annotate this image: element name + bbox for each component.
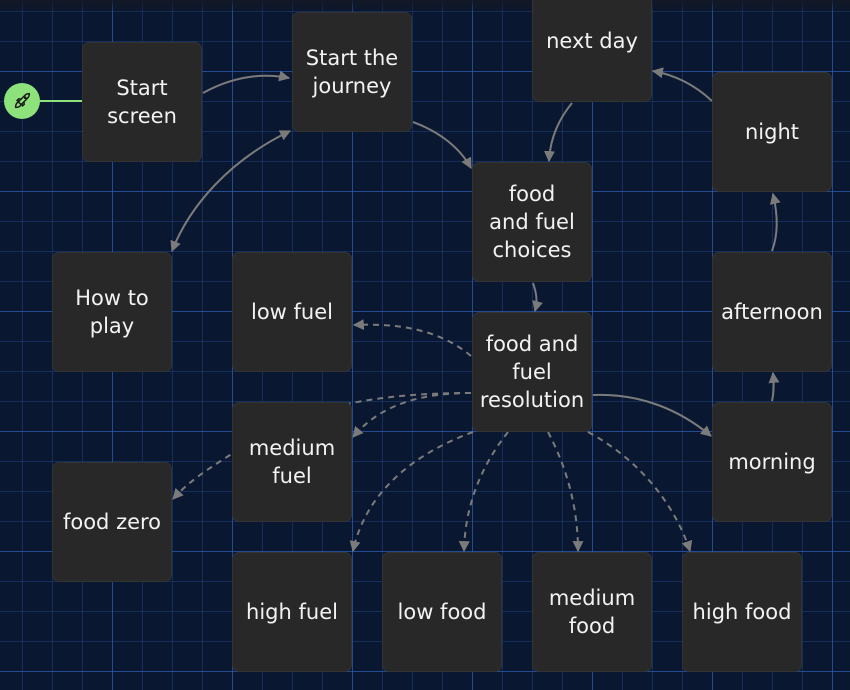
- node-food-zero[interactable]: food zero: [52, 462, 172, 582]
- edge-choices-to-resolution[interactable]: [532, 282, 543, 313]
- edge-resolution-to-high-fuel[interactable]: [349, 431, 474, 553]
- edge-resolution-to-morning[interactable]: [592, 393, 712, 437]
- node-food-and-fuel-choices[interactable]: food and fuel choices: [472, 162, 592, 282]
- node-start-the-journey[interactable]: Start the journey: [292, 12, 412, 132]
- node-start-screen[interactable]: Start screen: [82, 42, 202, 162]
- node-low-fuel[interactable]: low fuel: [232, 252, 352, 372]
- start-marker[interactable]: [4, 83, 40, 119]
- edge-start-screen-to-start-journey[interactable]: [202, 70, 291, 94]
- node-medium-fuel[interactable]: medium fuel: [232, 402, 352, 522]
- node-high-fuel[interactable]: high fuel: [232, 552, 352, 672]
- node-food-and-fuel-resolution[interactable]: food and fuel resolution: [472, 312, 592, 432]
- edge-start-journey-to-choices[interactable]: [412, 121, 472, 169]
- edge-night-to-next-day[interactable]: [651, 67, 713, 102]
- node-low-food[interactable]: low food: [382, 552, 502, 672]
- edge-resolution-to-low-food[interactable]: [458, 431, 509, 553]
- rocket-icon: [14, 92, 31, 109]
- edge-resolution-to-high-food[interactable]: [587, 431, 693, 553]
- edge-resolution-to-low-fuel[interactable]: [352, 319, 472, 357]
- edge-resolution-to-medium-food[interactable]: [547, 431, 584, 553]
- node-medium-food[interactable]: medium food: [532, 552, 652, 672]
- node-morning[interactable]: morning: [712, 402, 832, 522]
- node-next-day[interactable]: next day: [532, 0, 652, 102]
- node-how-to-play[interactable]: How to play: [52, 252, 172, 372]
- edge-afternoon-to-night[interactable]: [769, 192, 781, 252]
- start-connector: [40, 100, 82, 102]
- edge-morning-to-afternoon[interactable]: [768, 371, 780, 402]
- node-afternoon[interactable]: afternoon: [712, 252, 832, 372]
- node-night[interactable]: night: [712, 72, 832, 192]
- node-high-food[interactable]: high food: [682, 552, 802, 672]
- edge-next-day-to-choices[interactable]: [543, 102, 573, 163]
